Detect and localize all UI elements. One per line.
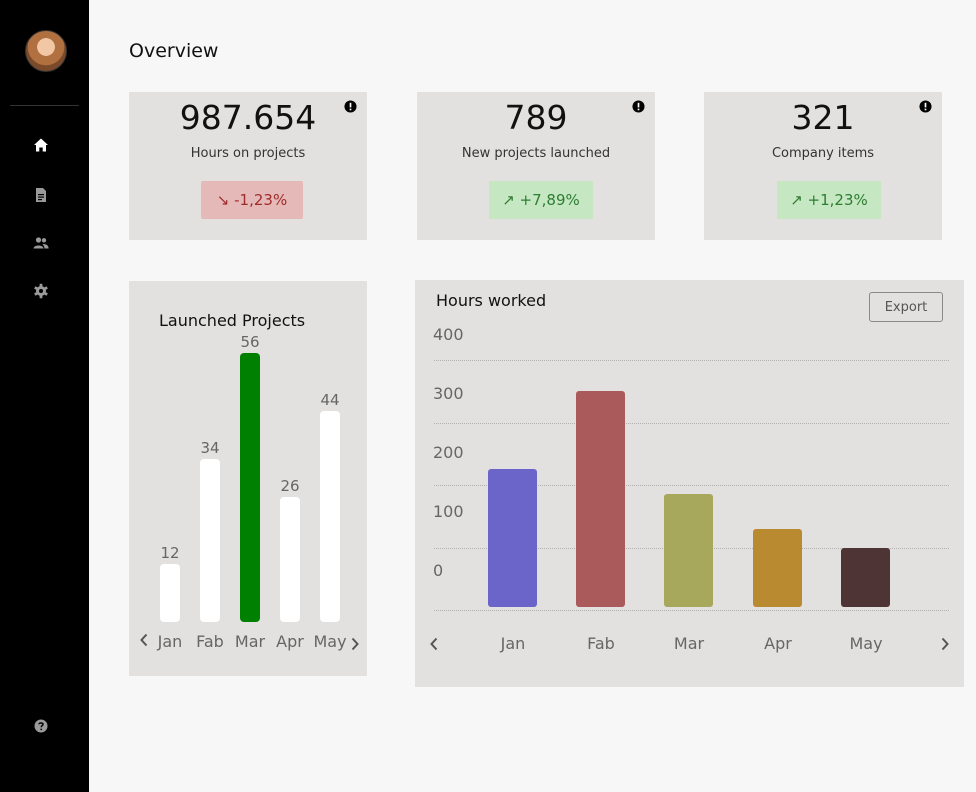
bar [664,494,713,607]
data-label: 26 [280,477,300,495]
kpi-value: 987.654 [179,98,317,137]
trend-badge: ↘ -1,23% [201,181,303,219]
info-icon[interactable] [919,100,932,113]
data-label: 44 [320,391,340,409]
help-icon[interactable] [33,718,49,734]
bar [576,391,625,607]
data-label: 34 [200,439,220,457]
users-icon[interactable] [33,235,49,251]
kpi-card-items: 321 Company items ↗ +1,23% [704,92,942,240]
chevron-right-icon[interactable] [939,636,951,652]
y-tick-label: 400 [433,325,464,344]
chart-title: Launched Projects [159,311,306,330]
category-label: Fab [587,634,615,653]
chevron-right-icon[interactable] [349,636,361,652]
kpi-value: 789 [504,98,568,137]
info-icon[interactable] [632,100,645,113]
sidebar [0,0,89,792]
category-label: Mar [673,634,705,653]
bar [280,497,300,622]
y-tick-label: 300 [433,384,464,403]
kpi-card-projects: 789 New projects launched ↗ +7,89% [417,92,655,240]
home-icon[interactable] [33,137,49,153]
kpi-label: Hours on projects [190,146,306,161]
chevron-left-icon[interactable] [428,636,440,652]
gridline [434,360,949,361]
bar [841,548,890,607]
data-label: 56 [240,333,260,351]
info-icon[interactable] [344,100,357,113]
chart-title: Hours worked [436,291,547,310]
export-button[interactable]: Export [869,292,943,322]
document-icon[interactable] [33,187,49,203]
bar [240,353,260,622]
launched-projects-panel: Launched Projects 12 Jan 34 Fab 56 Mar 26 Apr 44… [129,281,367,676]
bar [160,564,180,622]
chevron-left-icon[interactable] [138,632,150,648]
category-label: Apr [764,634,792,653]
bar [488,469,537,607]
category-label: May [849,634,883,653]
kpi-card-hours: 987.654 Hours on projects ↘ -1,23% [129,92,367,240]
page-title: Overview [129,40,219,62]
y-tick-label: 0 [433,561,444,580]
bar [200,459,220,622]
kpi-label: Company items [771,146,875,161]
category-label: Jan [157,632,183,651]
gridline [434,423,949,424]
y-tick-label: 200 [433,443,464,462]
kpi-value: 321 [791,98,855,137]
y-tick-label: 100 [433,502,464,521]
trend-badge: ↗ +1,23% [777,181,881,219]
bar [320,411,340,622]
category-label: May [313,632,347,651]
data-label: 12 [160,544,180,562]
gear-icon[interactable] [33,283,49,299]
hours-worked-panel: Hours worked Export 400 300 200 100 0 Jan Fab M… [415,280,964,687]
trend-badge: ↗ +7,89% [489,181,593,219]
sidebar-divider [10,105,79,106]
avatar[interactable] [25,30,67,72]
category-label: Jan [500,634,526,653]
category-label: Mar [234,632,266,651]
category-label: Fab [196,632,224,651]
kpi-label: New projects launched [461,146,611,161]
gridline [434,610,949,611]
bar [753,529,802,607]
category-label: Apr [276,632,304,651]
